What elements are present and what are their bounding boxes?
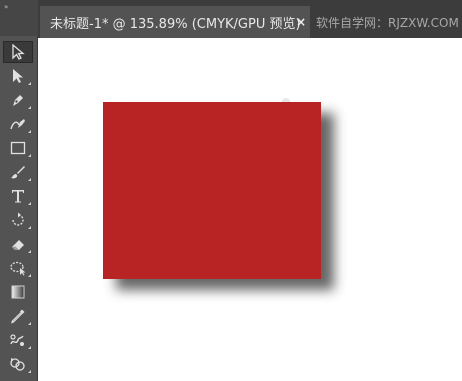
shape-builder-tool[interactable] <box>3 353 33 375</box>
selection-tool[interactable] <box>3 41 33 63</box>
pen-nib-icon <box>13 95 23 106</box>
rectangle-icon <box>10 141 26 155</box>
curvature-tool[interactable] <box>3 113 33 135</box>
paintbrush-tool[interactable] <box>3 161 33 183</box>
curvature-pen-icon <box>10 119 25 130</box>
tab-active-document[interactable]: 未标题-1* @ 135.89% (CMYK/GPU 预览) <box>40 6 310 38</box>
eraser-icon <box>12 240 24 250</box>
direct-selection-tool[interactable] <box>3 65 33 87</box>
paintbrush-icon <box>11 166 25 179</box>
rotate-icon <box>12 212 24 226</box>
blend-tool[interactable] <box>3 329 33 351</box>
lasso-icon <box>10 261 26 276</box>
tab-close-icon[interactable]: × <box>294 6 308 38</box>
toolbox-header: » <box>0 0 38 36</box>
tab-other-title: 软件自学网：RJZXW.COM <box>316 15 459 30</box>
tab-title: 未标题-1* @ 135.89% (CMYK/GPU 预览) <box>50 16 301 32</box>
gradient-tool[interactable] <box>3 281 33 303</box>
red-rectangle-object[interactable] <box>103 102 321 279</box>
eraser-tool[interactable] <box>3 233 33 255</box>
illustrator-window: » 未标题-1* @ 135.89% (CMYK/GPU 预览) × 软件自学网… <box>0 0 462 381</box>
shape-builder-icon <box>10 358 25 371</box>
type-tool[interactable] <box>3 185 33 207</box>
eyedropper-tool[interactable] <box>3 305 33 327</box>
artboard-canvas[interactable] <box>38 38 462 381</box>
gradient-icon <box>11 285 25 299</box>
collapse-panel-icon[interactable]: » <box>4 4 8 11</box>
document-tab-bar: 未标题-1* @ 135.89% (CMYK/GPU 预览) × 软件自学网：R… <box>38 0 462 38</box>
pen-tool[interactable] <box>3 89 33 111</box>
direct-selection-arrow-icon <box>13 69 23 83</box>
type-T-icon <box>12 190 24 203</box>
blend-icon <box>10 334 24 346</box>
rotate-tool[interactable] <box>3 209 33 231</box>
eyedropper-icon <box>11 309 25 324</box>
lasso-tool[interactable] <box>3 257 33 279</box>
tab-other-document[interactable]: 软件自学网：RJZXW.COM <box>312 6 462 38</box>
rectangle-tool[interactable] <box>3 137 33 159</box>
tools-panel <box>0 36 38 381</box>
selection-arrow-icon <box>12 44 25 60</box>
